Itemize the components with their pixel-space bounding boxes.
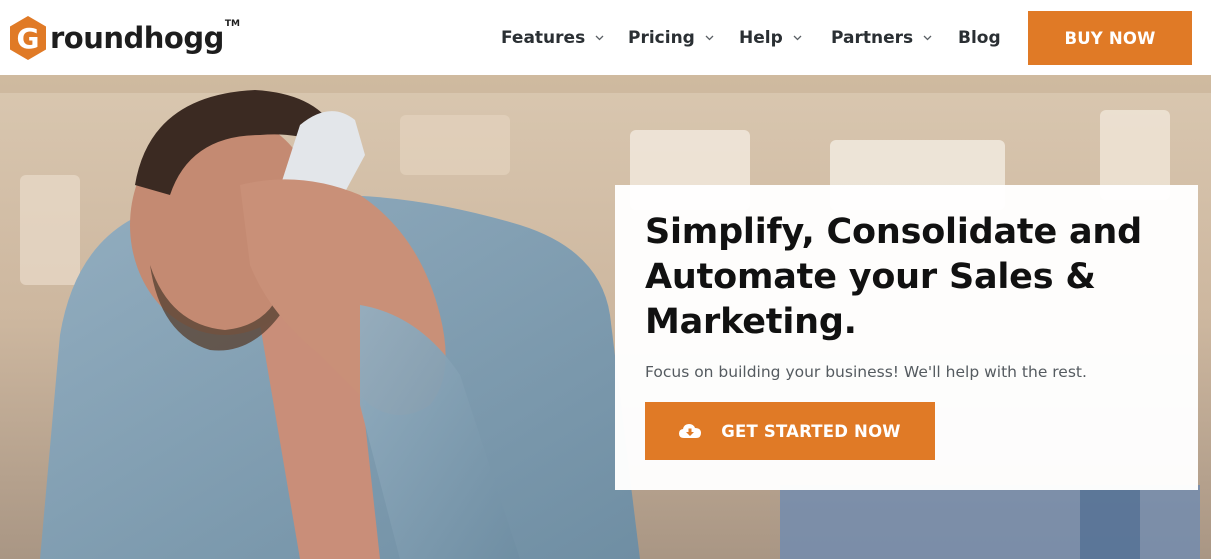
nav-help[interactable]: Help (739, 25, 802, 51)
nav-pricing[interactable]: Pricing (628, 25, 714, 51)
nav-blog[interactable]: Blog (958, 25, 1001, 51)
chevron-down-icon (595, 35, 604, 41)
nav-help-label: Help (739, 28, 783, 48)
hero-section: Simplify, Consolidate and Automate your … (0, 75, 1211, 559)
chevron-down-icon (793, 35, 802, 41)
nav-pricing-label: Pricing (628, 28, 695, 48)
logo-letter: G (17, 22, 40, 55)
site-header: G roundhogg TM Features Pricing Help Par… (0, 0, 1211, 75)
logo-trademark: TM (224, 19, 240, 29)
nav-partners[interactable]: Partners (831, 25, 932, 51)
hero-subtext: Focus on building your business! We'll h… (645, 363, 1087, 381)
nav-blog-label: Blog (958, 28, 1001, 48)
nav-features[interactable]: Features (501, 25, 604, 51)
chevron-down-icon (923, 35, 932, 41)
logo-wordmark: roundhogg (50, 20, 224, 55)
buy-now-button[interactable]: BUY NOW (1028, 11, 1192, 65)
logo-hexagon-icon: G (10, 16, 46, 60)
hero-card: Simplify, Consolidate and Automate your … (615, 185, 1198, 490)
nav-features-label: Features (501, 28, 586, 48)
get-started-label: GET STARTED NOW (721, 421, 901, 441)
hero-headline: Simplify, Consolidate and Automate your … (645, 212, 1142, 342)
cloud-download-icon (679, 424, 702, 438)
nav-partners-label: Partners (831, 28, 914, 48)
groundhogg-logo[interactable]: G roundhogg TM (8, 14, 240, 62)
chevron-down-icon (705, 35, 714, 41)
get-started-button[interactable]: GET STARTED NOW (645, 402, 935, 460)
